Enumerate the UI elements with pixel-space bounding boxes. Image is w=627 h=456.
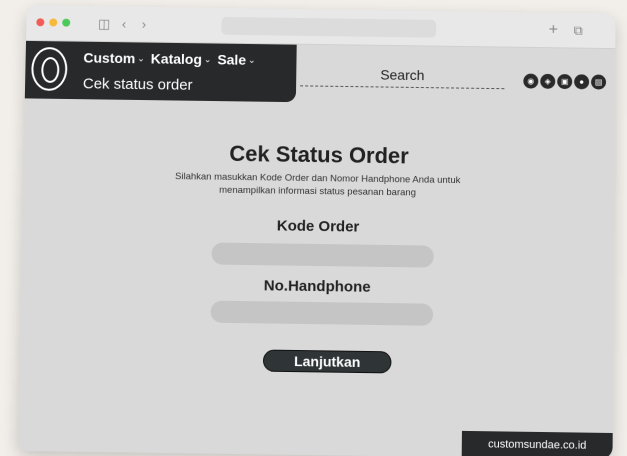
window-controls (36, 18, 71, 27)
chevron-down-icon: ⌄ (203, 53, 212, 64)
main-menu: Custom ⌄ Katalog ⌄ Sale ⌄ (83, 50, 255, 68)
page-breadcrumb: Cek status order (82, 75, 193, 94)
user-icon[interactable]: ● (574, 74, 590, 90)
phone-label: No.Handphone (263, 277, 371, 296)
order-code-label: Kode Order (276, 217, 360, 236)
menu-item-katalog[interactable]: Katalog ⌄ (151, 51, 212, 68)
forward-icon[interactable]: › (142, 15, 147, 35)
brand-logo[interactable] (30, 46, 68, 92)
address-bar[interactable] (221, 16, 437, 38)
minimize-window-button[interactable] (49, 18, 58, 27)
new-tab-icon[interactable]: + (549, 20, 558, 40)
menu-item-label: Sale (217, 51, 247, 68)
clipboard-icon[interactable]: ▣ (557, 74, 573, 90)
browser-window: ◫ ‹ › + ⧉ Custom ⌄ Katalog ⌄ Sale ⌄ Cek … (17, 5, 616, 456)
form-description: Silahkan masukkan Kode Order dan Nomor H… (174, 171, 461, 199)
phone-input[interactable] (210, 300, 434, 326)
gift-icon[interactable]: ◈ (540, 73, 556, 89)
chevron-down-icon: ⌄ (137, 52, 145, 63)
menu-item-sale[interactable]: Sale ⌄ (217, 51, 255, 67)
tab-overview-icon[interactable]: ⧉ (573, 21, 583, 41)
back-icon[interactable]: ‹ (122, 15, 127, 35)
sidebar-toggle-icon[interactable]: ◫ (98, 14, 111, 34)
search-label: Search (380, 66, 425, 84)
submit-button[interactable]: Lanjutkan (262, 349, 392, 374)
menu-item-custom[interactable]: Custom ⌄ (83, 50, 145, 67)
menu-item-label: Custom (83, 49, 136, 67)
maximize-window-button[interactable] (62, 18, 71, 27)
chevron-down-icon: ⌄ (247, 54, 256, 65)
menu-item-label: Katalog (150, 50, 203, 68)
header-icon-group: ◉ ◈ ▣ ● ▤ (523, 73, 607, 90)
site-domain-badge: customsundae.co.id (461, 430, 613, 456)
page-title: Cek Status Order (229, 141, 409, 169)
sticker-icon[interactable]: ◉ (523, 73, 539, 89)
site-navbar: Custom ⌄ Katalog ⌄ Sale ⌄ Cek status ord… (24, 40, 297, 103)
search-field[interactable]: Search (300, 62, 505, 90)
order-code-input[interactable] (211, 242, 434, 268)
cart-icon[interactable]: ▤ (591, 74, 607, 90)
close-window-button[interactable] (36, 18, 45, 27)
